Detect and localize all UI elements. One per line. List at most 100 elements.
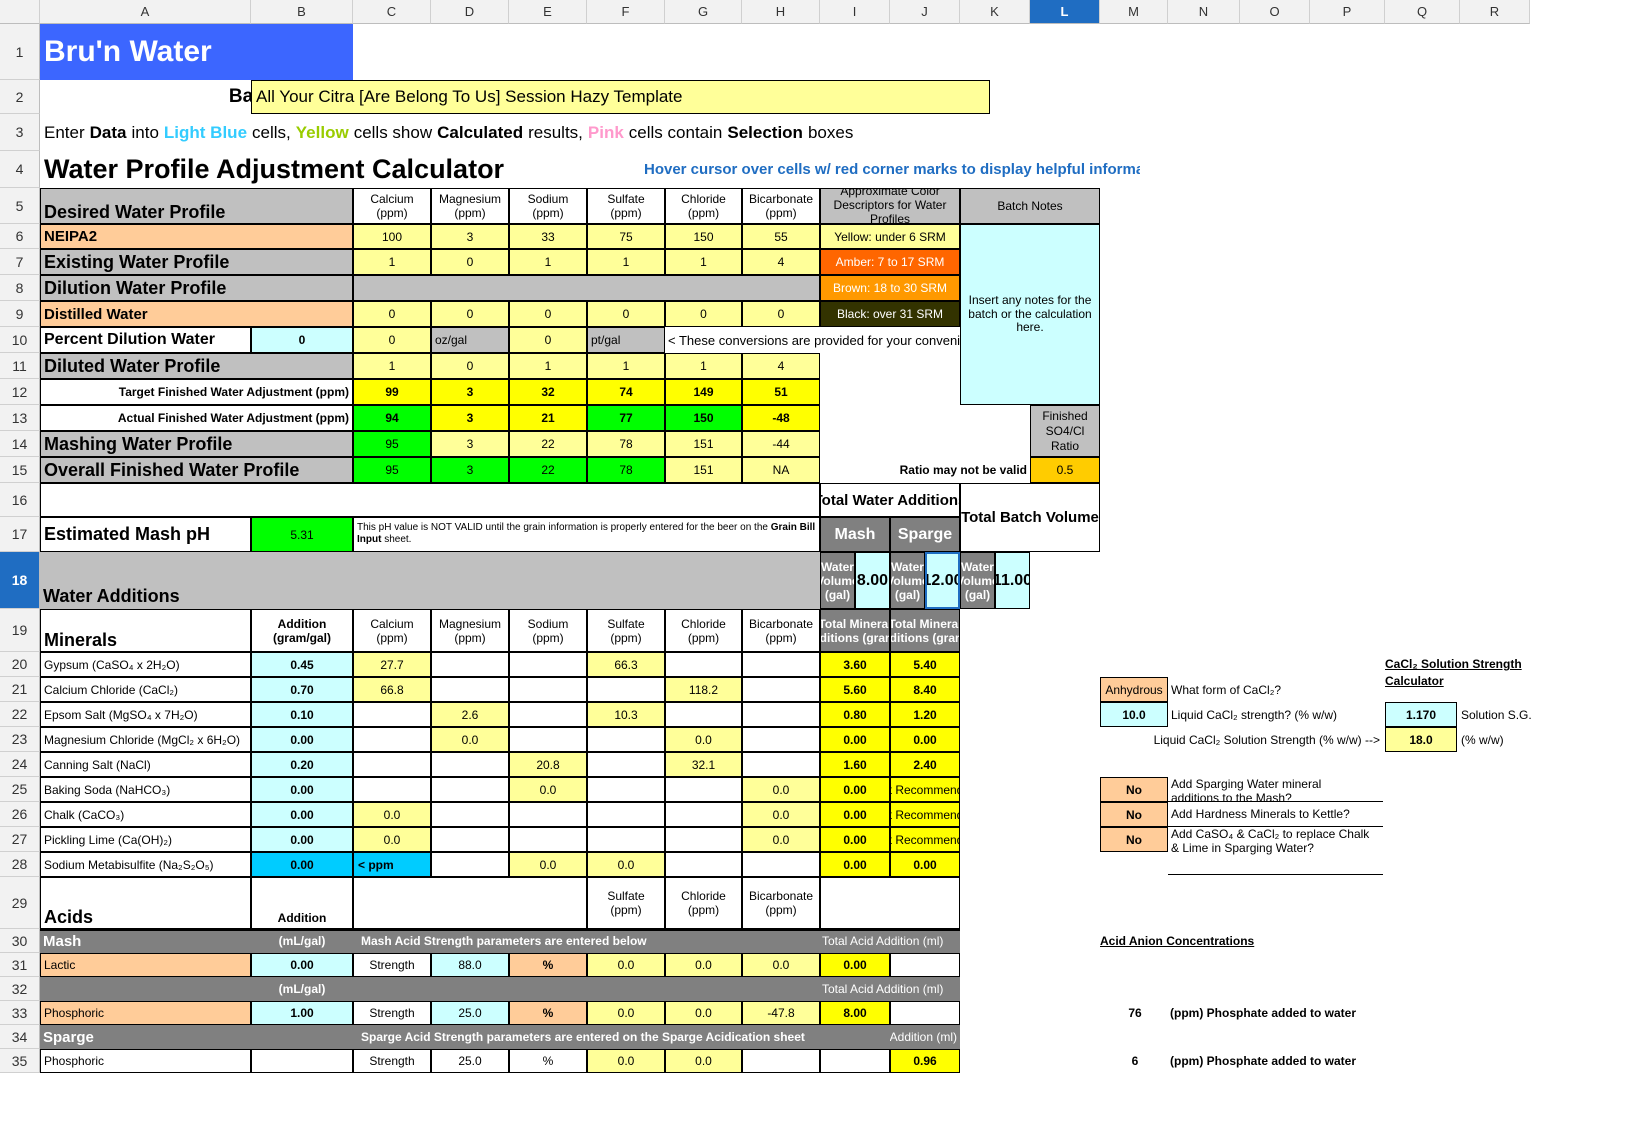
acid-type-select[interactable]: Phosphoric [40, 1001, 251, 1025]
batch-name-input[interactable]: All Your Citra [Are Belong To Us] Sessio… [251, 80, 990, 114]
column-header-P[interactable]: P [1310, 0, 1385, 24]
row-header-6[interactable]: 6 [0, 224, 40, 249]
column-header-C[interactable]: C [353, 0, 431, 24]
row-header-12[interactable]: 12 [0, 379, 40, 405]
mineral-addition-input[interactable]: 0.45 [251, 652, 353, 677]
mineral-name: Magnesium Chloride (MgCl₂ x 6H₂O) [40, 727, 251, 752]
row-header-9[interactable]: 9 [0, 301, 40, 327]
ratio-value: 0.5 [1030, 457, 1100, 483]
column-header-E[interactable]: E [509, 0, 587, 24]
acid-strength-input[interactable]: 25.0 [431, 1049, 509, 1073]
column-header-A[interactable]: A [40, 0, 251, 24]
dilution-water-select[interactable]: Distilled Water [40, 301, 353, 327]
row-header-35[interactable]: 35 [0, 1049, 40, 1073]
mineral-addition-input[interactable]: 0.70 [251, 677, 353, 702]
q3-select[interactable]: No [1100, 827, 1168, 852]
column-header-G[interactable]: G [665, 0, 742, 24]
column-header-I[interactable]: I [820, 0, 890, 24]
row-header-15[interactable]: 15 [0, 457, 40, 483]
select-all-corner[interactable] [0, 0, 40, 24]
water-volume-label: WaterVolume(gal) [820, 552, 855, 609]
row-header-24[interactable]: 24 [0, 752, 40, 777]
mineral-addition-input[interactable]: 0.20 [251, 752, 353, 777]
mineral-addition-input[interactable]: 0.10 [251, 702, 353, 727]
cacl-form-select[interactable]: Anhydrous [1100, 677, 1168, 702]
column-header-D[interactable]: D [431, 0, 509, 24]
column-header-B[interactable]: B [251, 0, 353, 24]
column-header-K[interactable]: K [960, 0, 1030, 24]
mineral-sparge-total: Not Recommended [890, 827, 960, 852]
row-header-31[interactable]: 31 [0, 953, 40, 977]
row-header-17[interactable]: 17 [0, 517, 40, 552]
column-header-L[interactable]: L [1030, 0, 1100, 24]
mash-header: Mash [820, 517, 890, 552]
mineral-addition-input[interactable]: 0.00 [251, 802, 353, 827]
row-header-25[interactable]: 25 [0, 777, 40, 802]
mineral-hco3-value [742, 652, 820, 677]
row-header-16[interactable]: 16 [0, 483, 40, 517]
row-header-33[interactable]: 33 [0, 1001, 40, 1025]
row-header-13[interactable]: 13 [0, 405, 40, 431]
mineral-addition-input[interactable]: 0.00 [251, 827, 353, 852]
actual-value: 3 [431, 405, 509, 431]
batch-notes-input[interactable]: Insert any notes for the batch or the ca… [960, 224, 1100, 405]
mineral-addition-input[interactable]: 0.00 [251, 777, 353, 802]
addition-header-line: (gram/gal) [272, 630, 331, 645]
solution-sg-input[interactable]: 1.170 [1385, 702, 1457, 727]
row-header-32[interactable]: 32 [0, 977, 40, 1001]
desired-profile-select[interactable]: NEIPA2 [40, 224, 353, 249]
column-header-N[interactable]: N [1168, 0, 1240, 24]
column-header-J[interactable]: J [890, 0, 960, 24]
row-header-7[interactable]: 7 [0, 249, 40, 275]
acid-strength-input[interactable]: 88.0 [431, 953, 509, 977]
column-header-M[interactable]: M [1100, 0, 1168, 24]
row-header-3[interactable]: 3 [0, 114, 40, 151]
row-header-27[interactable]: 27 [0, 827, 40, 852]
row-header-30[interactable]: 30 [0, 929, 40, 953]
row-header-22[interactable]: 22 [0, 702, 40, 727]
row-header-1[interactable]: 1 [0, 24, 40, 80]
ion-header-unit: (ppm) [376, 206, 408, 220]
row-header-26[interactable]: 26 [0, 802, 40, 827]
column-header-Q[interactable]: Q [1385, 0, 1460, 24]
row-header-8[interactable]: 8 [0, 275, 40, 301]
row-header-21[interactable]: 21 [0, 677, 40, 702]
row-header-4[interactable]: 4 [0, 151, 40, 188]
row-header-23[interactable]: 23 [0, 727, 40, 752]
row-header-2[interactable]: 2 [0, 80, 40, 114]
row-header-10[interactable]: 10 [0, 327, 40, 353]
mineral-sparge-total: Not Recommended [890, 802, 960, 827]
acid-addition-input[interactable]: 1.00 [251, 1001, 353, 1025]
color-descriptor: Yellow: under 6 SRM [820, 224, 960, 249]
column-header-O[interactable]: O [1240, 0, 1310, 24]
row-header-29[interactable]: 29 [0, 877, 40, 929]
q2-select[interactable]: No [1100, 802, 1168, 827]
column-header-F[interactable]: F [587, 0, 665, 24]
row-header-11[interactable]: 11 [0, 353, 40, 379]
row-header-20[interactable]: 20 [0, 652, 40, 677]
row-header-28[interactable]: 28 [0, 852, 40, 877]
acid-strength-input[interactable]: 25.0 [431, 1001, 509, 1025]
mineral-sparge-total: 1.20 [890, 702, 960, 727]
batch-vol-input[interactable]: 11.00 [995, 552, 1030, 609]
percent-dilution-input[interactable]: 0 [251, 327, 353, 353]
mineral-addition-input[interactable]: 0.00 [251, 852, 353, 877]
row-header-34[interactable]: 34 [0, 1025, 40, 1049]
column-header-R[interactable]: R [1460, 0, 1530, 24]
ion-header-name: Calcium [370, 616, 414, 631]
mineral-addition-input[interactable]: 0.00 [251, 727, 353, 752]
acid-addition-input[interactable] [251, 1049, 353, 1073]
acid-addition-input[interactable]: 0.00 [251, 953, 353, 977]
row-header-14[interactable]: 14 [0, 431, 40, 457]
sparge-vol-input[interactable]: 12.00 [925, 552, 960, 609]
acid-type-select[interactable]: Phosphoric [40, 1049, 251, 1073]
row-header-19[interactable]: 19 [0, 609, 40, 652]
vol-label-line: Volume [961, 573, 994, 588]
q1-select[interactable]: No [1100, 777, 1168, 802]
mash-vol-input[interactable]: 8.00 [855, 552, 890, 609]
row-header-5[interactable]: 5 [0, 188, 40, 224]
acid-type-select[interactable]: Lactic [40, 953, 251, 977]
row-header-18[interactable]: 18 [0, 552, 40, 609]
liquid-strength-input[interactable]: 10.0 [1100, 702, 1168, 727]
column-header-H[interactable]: H [742, 0, 820, 24]
